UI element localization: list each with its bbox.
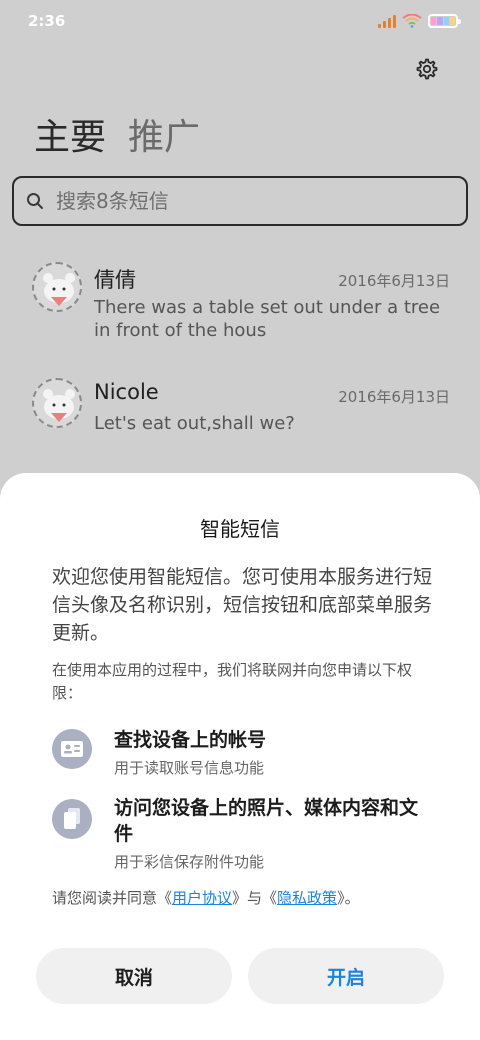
message-date: 2016年6月13日 [338,272,450,290]
wifi-icon [402,14,422,28]
permission-intro: 在使用本应用的过程中，我们将联网并向您申请以下权限： [52,661,413,702]
permission-title: 查找设备上的帐号 [114,729,267,751]
tab-main[interactable]: 主要 [34,108,106,160]
consent-middle: 》与《 [232,889,278,907]
user-agreement-link[interactable]: 用户协议 [172,889,232,907]
status-time: 2:36 [28,12,66,30]
search-input[interactable] [56,189,436,213]
privacy-policy-link[interactable]: 隐私政策 [277,889,337,907]
settings-button[interactable] [412,54,442,84]
media-files-icon [52,799,92,839]
search-icon [27,193,43,209]
gear-icon [416,58,438,80]
message-date: 2016年6月13日 [338,388,450,406]
message-preview: There was a table set out under a tree i… [94,297,441,341]
message-preview: Let's eat out,shall we? [94,413,295,434]
battery-icon [428,14,461,28]
tab-promotions[interactable]: 推广 [128,108,200,160]
search-bar[interactable] [12,176,468,226]
smart-sms-dialog: 智能短信 欢迎您使用智能短信。您可使用本服务进行短信头像及名称识别，短信按钮和底… [0,473,480,1040]
contact-name: 倩倩 [94,268,136,292]
permission-subtitle: 用于彩信保存附件功能 [114,853,265,871]
conversation-item[interactable]: 倩倩 2016年6月13日 There was a table set out … [0,252,480,352]
status-bar: 2:36 [0,0,480,42]
account-card-icon [52,729,92,769]
consent-prefix: 请您阅读并同意《 [52,889,173,907]
dialog-title: 智能短信 [200,517,280,541]
status-icons [378,14,461,28]
permission-subtitle: 用于读取账号信息功能 [114,759,265,777]
signal-icon [378,14,396,28]
cancel-button[interactable]: 取消 [36,948,232,1004]
permission-title: 访问您设备上的照片、媒体内容和文件 [114,797,419,845]
enable-button[interactable]: 开启 [248,948,444,1004]
contact-name: Nicole [94,380,159,404]
consent-text: 请您阅读并同意《用户协议》与《隐私政策》。 [52,887,452,908]
avatar [32,378,82,428]
conversation-item[interactable]: Nicole 2016年6月13日 Let's eat out,shall we… [0,368,480,468]
avatar [32,262,82,312]
dialog-intro: 欢迎您使用智能短信。您可使用本服务进行短信头像及名称识别，短信按钮和底部菜单服务… [52,566,433,644]
tab-bar: 主要 推广 [34,108,200,160]
consent-suffix: 》。 [337,889,360,907]
